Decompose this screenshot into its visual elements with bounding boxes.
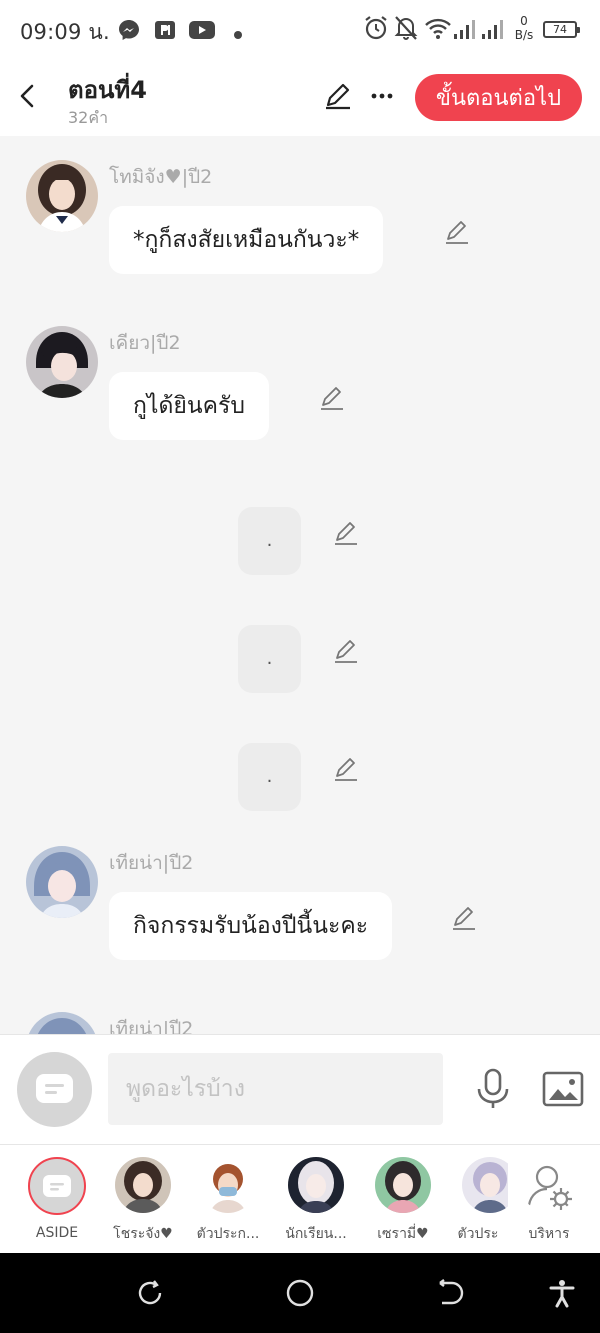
image-upload-button[interactable]	[541, 1069, 585, 1109]
accessibility-icon	[549, 1280, 575, 1308]
message-sender-name: เทียน่า|ปี2	[109, 1018, 194, 1034]
more-horizontal-icon	[371, 93, 393, 99]
pencil-icon	[321, 387, 343, 410]
more-options-button[interactable]	[366, 80, 398, 112]
message-input[interactable]	[108, 1053, 443, 1125]
character-item[interactable]: นักเรียน...	[276, 1157, 356, 1245]
pencil-icon	[446, 221, 468, 244]
message-bubble[interactable]: *กูก็สงสัยเหมือนกันวะ*	[109, 206, 384, 274]
character-label: ตัวประก...	[196, 1226, 260, 1242]
image-icon	[542, 1071, 584, 1107]
avatar[interactable]	[26, 1012, 98, 1034]
message-bubble[interactable]: กิจกรรมรับน้องปีนี้นะคะ	[109, 892, 393, 960]
status-time: 09:09 น.	[20, 20, 110, 44]
character-label: บริหาร	[528, 1226, 570, 1242]
message-bubble[interactable]: กูได้ยินครับ	[109, 372, 269, 440]
messenger-icon	[117, 18, 141, 46]
composer	[0, 1034, 600, 1144]
net-speed-unit: B/s	[514, 28, 534, 42]
edit-message-button[interactable]	[443, 218, 471, 246]
notification-dot-icon	[233, 25, 243, 44]
character-aside[interactable]: ASIDE	[17, 1157, 97, 1241]
character-item[interactable]: โชระจัง♥	[103, 1157, 183, 1245]
character-manage[interactable]: บริหาร	[509, 1157, 589, 1245]
battery-indicator: 74	[543, 21, 580, 38]
character-label: โชระจัง♥	[113, 1226, 173, 1242]
status-bar: 09:09 น. 0 B/s 74	[0, 0, 600, 62]
chat-bubble-icon	[43, 1175, 71, 1197]
mute-bell-icon	[393, 14, 419, 46]
system-nav-bar	[0, 1253, 600, 1333]
avatar	[288, 1157, 344, 1213]
pencil-icon	[335, 522, 357, 545]
character-item[interactable]: ตัวประ	[448, 1157, 508, 1245]
avatar[interactable]	[26, 846, 98, 918]
home-button[interactable]	[284, 1277, 316, 1309]
pencil-icon	[335, 640, 357, 663]
avatar	[200, 1157, 256, 1213]
wifi-icon	[424, 14, 452, 46]
manage-characters-icon	[521, 1157, 577, 1213]
pencil-icon	[453, 907, 475, 930]
app-bar: ตอนที่4 32คำ ขั้นตอนต่อไป	[0, 62, 600, 136]
character-label: เซรามี่♥	[377, 1226, 429, 1242]
edit-title-button[interactable]	[322, 80, 354, 112]
back-nav-button[interactable]	[434, 1277, 466, 1309]
episode-title: ตอนที่4	[68, 76, 147, 104]
narration-bubble[interactable]: .	[238, 625, 301, 693]
narration-bubble[interactable]: .	[238, 743, 301, 811]
microphone-icon	[477, 1068, 509, 1108]
avatar[interactable]	[26, 326, 98, 398]
app-p-icon	[153, 18, 177, 46]
network-speed: 0 B/s	[512, 14, 536, 42]
microphone-button[interactable]	[474, 1067, 512, 1111]
recent-apps-button[interactable]	[134, 1277, 166, 1309]
aside-toggle-button[interactable]	[17, 1052, 92, 1127]
recent-apps-icon	[138, 1280, 162, 1305]
net-speed-value: 0	[520, 14, 528, 28]
edit-message-button[interactable]	[332, 519, 360, 547]
youtube-icon	[188, 18, 216, 46]
narration-bubble[interactable]: .	[238, 507, 301, 575]
character-label: ตัวประ	[457, 1226, 499, 1242]
alarm-icon	[363, 14, 389, 46]
next-step-button[interactable]: ขั้นตอนต่อไป	[415, 74, 582, 121]
signal-icon-1	[452, 14, 478, 46]
back-arrow-icon	[439, 1279, 464, 1305]
chevron-left-icon	[20, 84, 34, 108]
chat-area[interactable]: โทมิจัง♥|ปี2 *กูก็สงสัยเหมือนกันวะ* เคีย…	[0, 136, 600, 1034]
pencil-icon	[335, 758, 357, 781]
edit-message-button[interactable]	[332, 637, 360, 665]
avatar	[375, 1157, 431, 1213]
home-circle-icon	[286, 1279, 314, 1307]
chat-bubble-icon	[36, 1074, 73, 1103]
signal-icon-2	[480, 14, 506, 46]
character-label: ASIDE	[35, 1225, 79, 1241]
edit-message-button[interactable]	[318, 384, 346, 412]
word-count: 32คำ	[68, 108, 109, 127]
avatar	[115, 1157, 171, 1213]
edit-message-button[interactable]	[450, 904, 478, 932]
message-sender-name: เคียว|ปี2	[109, 332, 181, 354]
avatar	[462, 1157, 508, 1213]
battery-level: 74	[553, 23, 567, 36]
back-button[interactable]	[12, 80, 44, 112]
accessibility-button[interactable]	[546, 1277, 578, 1309]
aside-avatar	[28, 1157, 86, 1215]
character-item[interactable]: เซรามี่♥	[363, 1157, 443, 1245]
avatar[interactable]	[26, 160, 98, 232]
message-sender-name: เทียน่า|ปี2	[109, 852, 194, 874]
pencil-icon	[326, 83, 350, 110]
message-sender-name: โทมิจัง♥|ปี2	[109, 166, 213, 188]
character-item[interactable]: ตัวประก...	[188, 1157, 268, 1245]
character-strip: ASIDE โชระจัง♥ ตัวประก... นักเรียน... เซ…	[0, 1144, 600, 1253]
edit-message-button[interactable]	[332, 755, 360, 783]
character-label: นักเรียน...	[285, 1226, 347, 1242]
